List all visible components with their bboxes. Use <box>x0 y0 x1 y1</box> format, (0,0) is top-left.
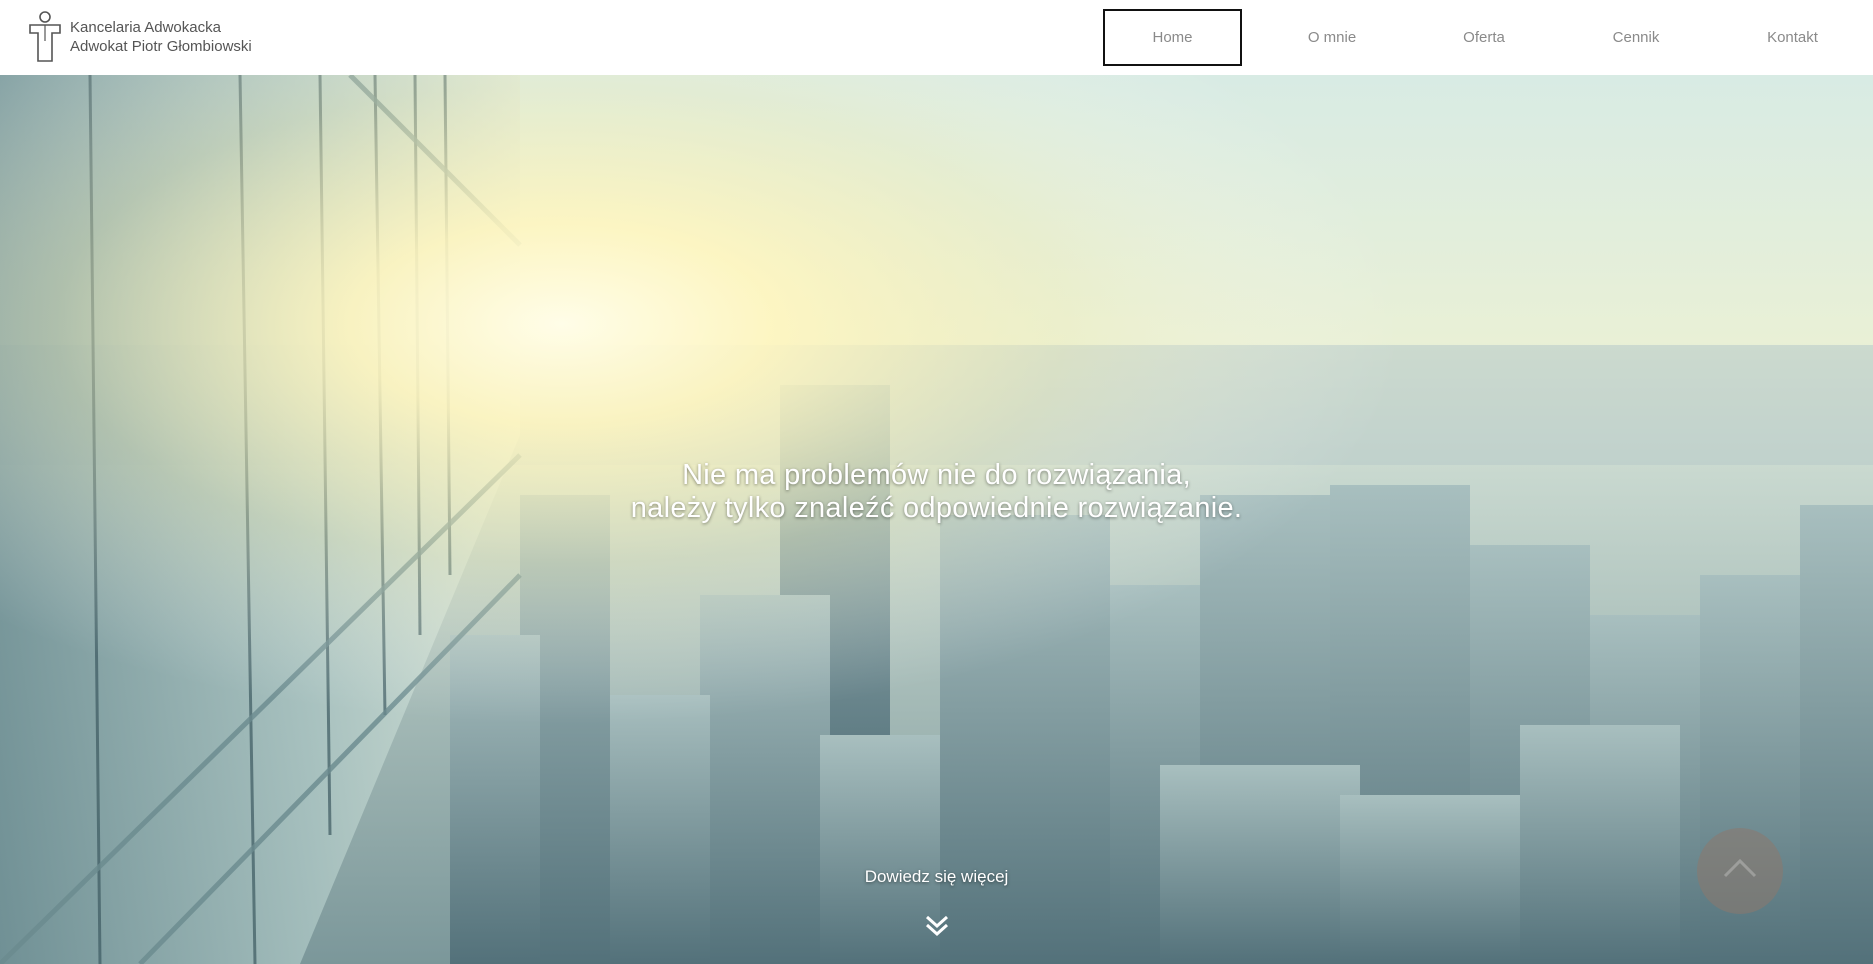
nav-cennik-label: Cennik <box>1612 29 1660 46</box>
site-header: Kancelaria Adwokacka Adwokat Piotr Głomb… <box>0 0 1873 75</box>
hero-heading-line-1: Nie ma problemów nie do rozwiązania, <box>682 459 1191 491</box>
hero-heading: Nie ma problemów nie do rozwiązania, nal… <box>0 459 1873 525</box>
nav-cennik[interactable]: Cennik <box>1560 0 1712 75</box>
logo-text: Kancelaria Adwokacka Adwokat Piotr Głomb… <box>70 18 252 56</box>
nav-home[interactable]: Home <box>1103 0 1242 75</box>
nav-kontakt[interactable]: Kontakt <box>1712 0 1873 75</box>
double-chevron-down-icon[interactable] <box>924 913 950 939</box>
nav-oferta[interactable]: Oferta <box>1408 0 1560 75</box>
nav-oferta-label: Oferta <box>1463 29 1505 46</box>
nav-home-label: Home <box>1103 9 1242 66</box>
learn-more-link[interactable]: Dowiedz się więcej <box>0 867 1873 887</box>
scroll-to-top-button[interactable] <box>1697 828 1783 914</box>
lawyer-figure-icon <box>29 11 61 62</box>
nav-kontakt-label: Kontakt <box>1767 29 1818 46</box>
logo-line-2: Adwokat Piotr Głombiowski <box>70 38 252 55</box>
logo[interactable]: Kancelaria Adwokacka Adwokat Piotr Głomb… <box>28 11 252 63</box>
nav-o-mnie[interactable]: O mnie <box>1256 0 1408 75</box>
hero-heading-line-2: należy tylko znaleźć odpowiednie rozwiąz… <box>630 492 1243 524</box>
main-nav: Home O mnie Oferta Cennik Kontakt <box>1103 0 1873 75</box>
scroll-to-top-icon <box>1723 858 1757 878</box>
hero-section: Nie ma problemów nie do rozwiązania, nal… <box>0 75 1873 964</box>
nav-o-mnie-label: O mnie <box>1307 29 1357 46</box>
logo-line-1: Kancelaria Adwokacka <box>70 19 221 36</box>
